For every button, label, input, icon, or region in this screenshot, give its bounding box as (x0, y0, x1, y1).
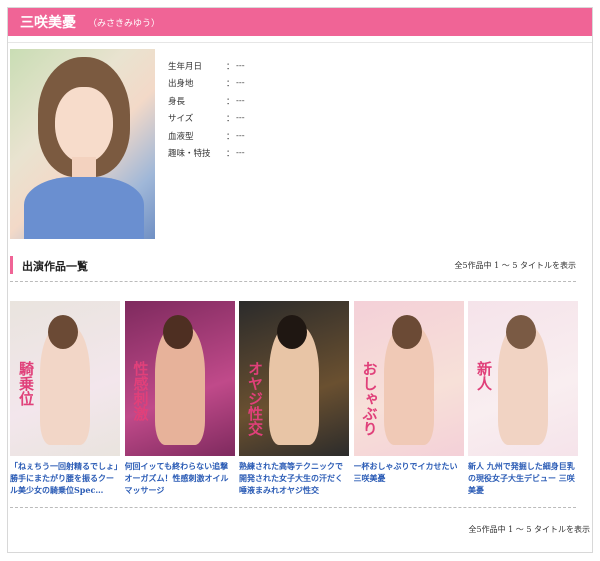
cover-hair (162, 315, 193, 349)
works-list: 騎乗位「ねぇちう一回射精るでしょ」勝手にまたがり腰を振るクール美少女の騎乗位Sp… (10, 301, 580, 501)
profile-label: 出身地 (168, 79, 194, 90)
cover-title-text: 性感刺激 (131, 361, 150, 421)
profile-label: 身長 (168, 96, 186, 107)
work-item[interactable]: 騎乗位「ねぇちう一回射精るでしょ」勝手にまたがり腰を振るクール美少女の騎乗位Sp… (10, 301, 120, 496)
profile-colon: ： (226, 61, 235, 72)
actress-kana: （みさきみゆう） (88, 18, 161, 29)
actress-photo (10, 49, 155, 239)
profile-value: --- (236, 95, 245, 106)
profile-row: 血液型 ： --- (168, 127, 245, 145)
work-item[interactable]: オヤジ性交熟練された高等テクニックで開発された女子大生の汗だく唾液まみれオヤジ性… (239, 301, 349, 496)
cover-title-text: 新人 (475, 361, 493, 391)
cover-hair (391, 315, 422, 349)
profile-value: --- (236, 148, 245, 159)
cover-title-text: 騎乗位 (17, 361, 35, 406)
actress-header: 三咲美憂 （みさきみゆう） (8, 8, 592, 36)
works-section-header: 出演作品一覧 全5作品中 1 〜 5 タイトルを表示 (10, 256, 576, 274)
profile-info: 生年月日： --- 出身地： --- 身長： --- サイズ： --- 血液型： --- 趣味・特技… (168, 57, 245, 162)
profile-section: 生年月日： --- 出身地： --- 身長： --- サイズ： --- 血液型： --- 趣味・特技… (10, 49, 576, 239)
work-cover[interactable]: オヤジ性交 (239, 301, 349, 456)
cover-title-text: おしゃぶり (360, 361, 379, 436)
work-title-link[interactable]: 「ねぇちう一回射精るでしょ」勝手にまたがり腰を振るクール美少女の騎乗位Spec… (10, 460, 120, 496)
works-section-title: 出演作品一覧 (22, 260, 88, 273)
profile-label: 趣味・特技 (168, 149, 211, 160)
work-cover[interactable]: 新人 (468, 301, 578, 456)
header-divider (8, 42, 592, 43)
profile-colon: ： (226, 131, 235, 142)
work-cover[interactable]: 騎乗位 (10, 301, 120, 456)
cover-hair (277, 315, 307, 349)
profile-colon: ： (226, 79, 235, 90)
profile-row: 身長 ： --- (168, 92, 245, 110)
work-title-link[interactable]: 何回イッても終わらない追撃オーガズム！性感刺激オイルマッサージ (125, 460, 235, 496)
profile-row: 趣味・特技 ： --- (168, 145, 245, 163)
profile-row: サイズ ： --- (168, 110, 245, 128)
profile-value: --- (236, 60, 245, 71)
cover-hair (506, 315, 536, 349)
dashed-divider-top (10, 281, 576, 282)
work-item[interactable]: おしゃぶり一杯おしゃぶりでイカせたい三咲美憂 (353, 301, 464, 496)
profile-colon: ： (226, 149, 235, 160)
profile-value: --- (236, 78, 245, 89)
work-item[interactable]: 新人新人 九州で発掘した細身巨乳の現役女子大生デビュー 三咲美憂 (468, 301, 578, 496)
actress-name: 三咲美憂 (20, 15, 76, 31)
work-title-link[interactable]: 一杯おしゃぶりでイカせたい三咲美憂 (354, 460, 464, 496)
work-cover[interactable]: おしゃぶり (353, 301, 464, 456)
cover-hair (48, 315, 78, 349)
profile-label: 生年月日 (168, 61, 203, 72)
profile-colon: ： (226, 114, 235, 125)
profile-label: 血液型 (168, 131, 194, 142)
profile-row: 生年月日 ： --- (168, 57, 245, 75)
dashed-divider-bottom (10, 507, 576, 508)
profile-colon: ： (226, 96, 235, 107)
section-accent-bar (10, 256, 13, 274)
work-title-link[interactable]: 熟練された高等テクニックで開発された女子大生の汗だく唾液まみれオヤジ性交 (239, 460, 349, 496)
profile-value: --- (236, 130, 245, 141)
cover-title-text: オヤジ性交 (246, 361, 264, 436)
works-count-bottom: 全5作品中 1 〜 5 タイトルを表示 (468, 525, 590, 534)
profile-label: サイズ (168, 114, 194, 125)
work-item[interactable]: 性感刺激何回イッても終わらない追撃オーガズム！性感刺激オイルマッサージ (124, 301, 235, 496)
work-title-link[interactable]: 新人 九州で発掘した細身巨乳の現役女子大生デビュー 三咲美憂 (468, 460, 578, 496)
profile-value: --- (236, 113, 245, 124)
works-count-top: 全5作品中 1 〜 5 タイトルを表示 (454, 261, 576, 270)
work-cover[interactable]: 性感刺激 (124, 301, 235, 456)
profile-row: 出身地 ： --- (168, 75, 245, 93)
